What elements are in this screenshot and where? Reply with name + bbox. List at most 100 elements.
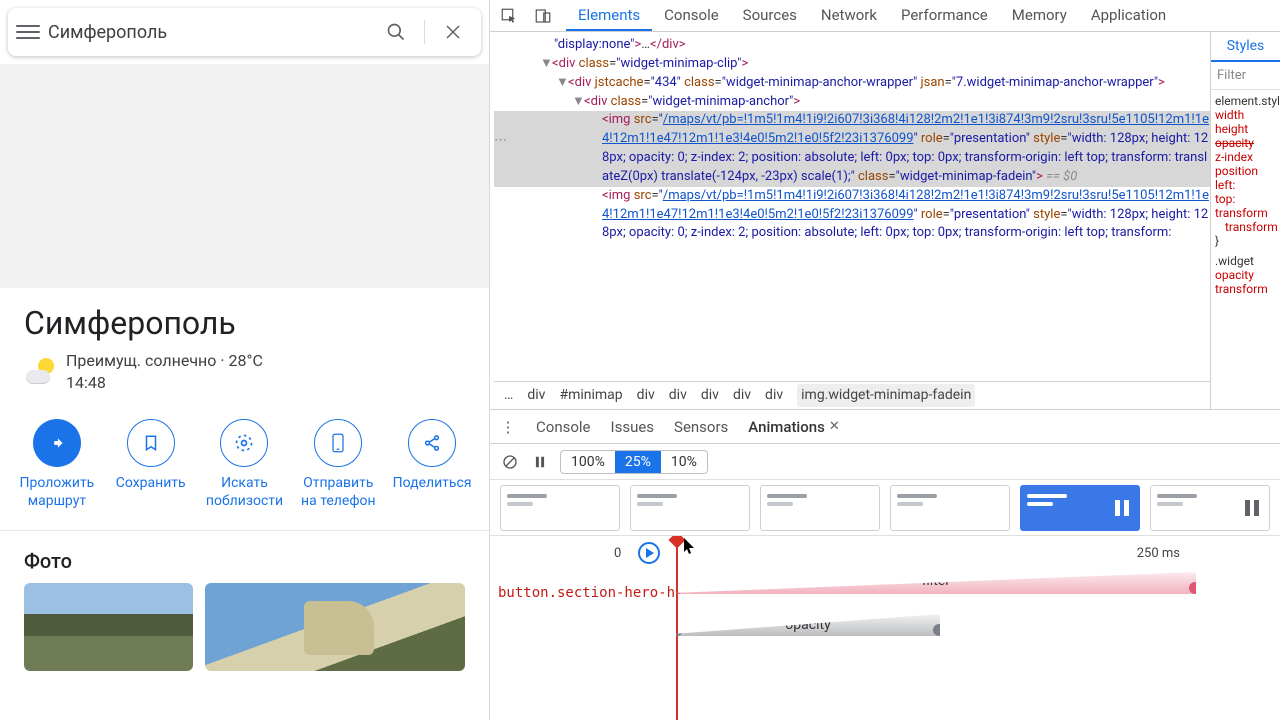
tab-performance[interactable]: Performance bbox=[889, 0, 1000, 31]
tab-network[interactable]: Network bbox=[809, 0, 889, 31]
devtools-drawer: ⋮ Console Issues Sensors Animations ✕ 10… bbox=[490, 410, 1280, 720]
track-opacity[interactable]: opacity bbox=[676, 614, 940, 636]
track-label: button.section-hero-h bbox=[490, 585, 676, 601]
share-button[interactable]: Поделиться bbox=[385, 419, 479, 510]
track-name: filter bbox=[922, 573, 950, 589]
directions-label: Проложитьмаршрут bbox=[19, 475, 94, 510]
elements-panel[interactable]: ⋯ "display:none">…</div> ▼<div class="wi… bbox=[490, 32, 1210, 409]
styles-rules[interactable]: element.style { width height opacity z-i… bbox=[1211, 90, 1280, 300]
weather-time: 14:48 bbox=[66, 373, 106, 392]
tab-console[interactable]: Console bbox=[652, 0, 731, 31]
close-icon[interactable]: ✕ bbox=[829, 419, 840, 434]
clear-icon[interactable] bbox=[500, 452, 520, 472]
speed-100[interactable]: 100% bbox=[561, 451, 615, 473]
weather-temp: 28°C bbox=[229, 351, 263, 370]
crumb[interactable]: div bbox=[733, 385, 751, 405]
speed-toggle[interactable]: 100% 25% 10% bbox=[560, 450, 708, 474]
phone-icon bbox=[314, 419, 362, 467]
send-label: Отправитьна телефон bbox=[301, 475, 376, 510]
track-name: opacity bbox=[785, 617, 830, 633]
drawer-tabs: ⋮ Console Issues Sensors Animations ✕ bbox=[490, 410, 1280, 444]
nearby-icon bbox=[220, 419, 268, 467]
ellipsis-icon: ⋯ bbox=[494, 132, 507, 151]
share-label: Поделиться bbox=[393, 475, 472, 493]
keyframe[interactable] bbox=[1189, 582, 1201, 594]
anim-group[interactable] bbox=[1150, 485, 1270, 531]
maps-panel: Симферополь Преимущ. солнечно · 28°C 14:… bbox=[0, 0, 490, 720]
drawer-tab-sensors[interactable]: Sensors bbox=[674, 418, 728, 436]
search-icon[interactable] bbox=[376, 12, 416, 52]
divider bbox=[424, 20, 425, 44]
track-row: opacity bbox=[490, 614, 1280, 656]
anim-group[interactable] bbox=[500, 485, 620, 531]
timeline-zero: 0 bbox=[614, 546, 621, 561]
weather-desc: Преимущ. солнечно bbox=[66, 351, 216, 370]
nearby-label: Искатьпоблизости bbox=[206, 475, 283, 510]
keyframe[interactable] bbox=[933, 624, 945, 636]
photo-thumb[interactable] bbox=[24, 583, 193, 671]
pause-icon[interactable] bbox=[530, 452, 550, 472]
crumb[interactable]: #minimap bbox=[559, 385, 622, 405]
crumb[interactable]: div bbox=[765, 385, 783, 405]
close-icon[interactable] bbox=[433, 12, 473, 52]
tab-elements[interactable]: Elements bbox=[566, 0, 652, 31]
tab-sources[interactable]: Sources bbox=[731, 0, 809, 31]
styles-filter[interactable]: Filter bbox=[1211, 62, 1280, 90]
anim-group[interactable] bbox=[760, 485, 880, 531]
place-title: Симферополь bbox=[24, 304, 465, 342]
animations-toolbar: 100% 25% 10% bbox=[490, 444, 1280, 480]
track-row: button.section-hero-h filter bbox=[490, 572, 1280, 614]
nearby-button[interactable]: Искатьпоблизости bbox=[198, 419, 292, 510]
place-header: Симферополь Преимущ. солнечно · 28°C 14:… bbox=[0, 288, 489, 401]
save-button[interactable]: Сохранить bbox=[104, 419, 198, 510]
img-class: widget-minimap-fadein bbox=[900, 169, 1032, 184]
share-icon bbox=[408, 419, 456, 467]
animation-groups bbox=[490, 480, 1280, 536]
photos-heading: Фото bbox=[0, 531, 489, 583]
hero-image bbox=[0, 64, 489, 288]
animation-timeline[interactable]: 0 250 ms button.section-hero-h filter bbox=[490, 536, 1280, 720]
drawer-tab-animations[interactable]: Animations ✕ bbox=[748, 418, 839, 436]
styles-panel: Styles Filter element.style { width heig… bbox=[1210, 32, 1280, 409]
crumb-current[interactable]: img.widget-minimap-fadein bbox=[797, 384, 975, 406]
search-bar bbox=[8, 8, 481, 56]
menu-icon[interactable] bbox=[16, 20, 40, 44]
drawer-tab-console[interactable]: Console bbox=[536, 418, 591, 436]
crumb[interactable]: … bbox=[504, 385, 513, 405]
keyframe[interactable] bbox=[671, 624, 683, 636]
crumb[interactable]: div bbox=[669, 385, 687, 405]
search-input[interactable] bbox=[48, 22, 368, 43]
speed-25[interactable]: 25% bbox=[615, 451, 661, 473]
place-actions: Проложитьмаршрут Сохранить Искатьпоблизо… bbox=[0, 401, 489, 531]
device-icon[interactable] bbox=[532, 5, 554, 27]
weather-text: Преимущ. солнечно · 28°C 14:48 bbox=[66, 350, 263, 393]
photos-row bbox=[0, 583, 489, 695]
track-filter[interactable]: filter bbox=[676, 572, 1196, 594]
crumb[interactable]: div bbox=[527, 385, 545, 405]
inspect-icon[interactable] bbox=[498, 5, 520, 27]
devtools-toolbar: Elements Console Sources Network Perform… bbox=[490, 0, 1280, 32]
tab-memory[interactable]: Memory bbox=[1000, 0, 1079, 31]
crumb[interactable]: div bbox=[701, 385, 719, 405]
styles-tab[interactable]: Styles bbox=[1211, 32, 1280, 62]
photo-thumb[interactable] bbox=[205, 583, 465, 671]
devtools: Elements Console Sources Network Perform… bbox=[490, 0, 1280, 720]
anim-group[interactable] bbox=[630, 485, 750, 531]
breadcrumbs[interactable]: … div #minimap div div div div div img.w… bbox=[494, 381, 1210, 409]
drawer-tab-issues[interactable]: Issues bbox=[611, 418, 655, 436]
send-button[interactable]: Отправитьна телефон bbox=[291, 419, 385, 510]
tab-application[interactable]: Application bbox=[1079, 0, 1178, 31]
kebab-icon[interactable]: ⋮ bbox=[500, 418, 516, 436]
speed-10[interactable]: 10% bbox=[661, 451, 707, 473]
directions-icon bbox=[33, 419, 81, 467]
crumb[interactable]: div bbox=[637, 385, 655, 405]
anim-group-selected[interactable] bbox=[1020, 485, 1140, 531]
anim-group[interactable] bbox=[890, 485, 1010, 531]
timeline-ms: 250 ms bbox=[1137, 546, 1180, 561]
directions-button[interactable]: Проложитьмаршрут bbox=[10, 419, 104, 510]
timeline-play-icon[interactable] bbox=[638, 542, 660, 564]
devtools-tabs: Elements Console Sources Network Perform… bbox=[566, 0, 1178, 31]
weather: Преимущ. солнечно · 28°C 14:48 bbox=[24, 350, 465, 393]
bookmark-icon bbox=[127, 419, 175, 467]
devtools-main: ⋯ "display:none">…</div> ▼<div class="wi… bbox=[490, 32, 1280, 410]
